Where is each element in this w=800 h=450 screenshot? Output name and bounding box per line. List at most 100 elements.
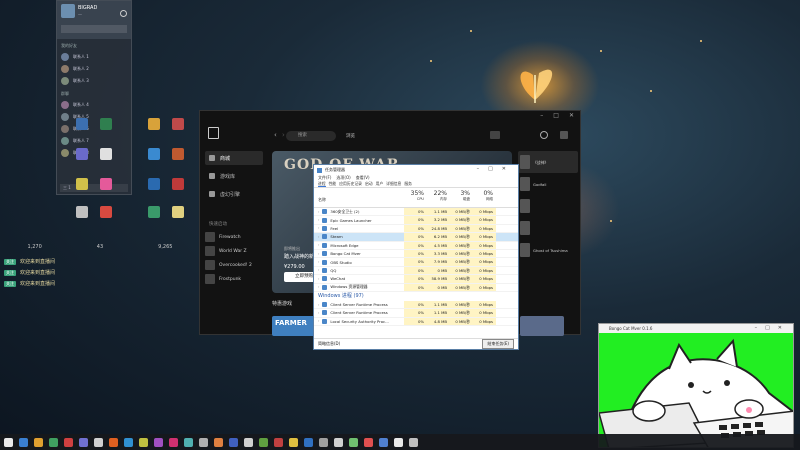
wishlist-icon[interactable] (490, 131, 500, 139)
desktop-shortcut[interactable] (144, 148, 164, 161)
column-metric[interactable]: 3% 磁盘 (450, 188, 473, 207)
expand-chevron-icon[interactable]: › (318, 210, 319, 214)
taskbar-app-icon[interactable] (184, 437, 193, 447)
taskbar-app-icon[interactable] (79, 437, 88, 447)
column-name[interactable]: 名称 (314, 188, 404, 207)
tab-2[interactable]: 应用历史记录 (339, 181, 362, 187)
expand-chevron-icon[interactable]: › (318, 252, 319, 256)
forward-arrow-icon[interactable]: › (282, 131, 285, 139)
fewer-details-link[interactable]: 简略信息(D) (318, 341, 340, 347)
taskbar-app-icon[interactable] (274, 437, 283, 447)
nav-store[interactable]: 商城 (205, 151, 263, 165)
browse-dropdown[interactable]: 浏览 (346, 133, 355, 139)
window-controls[interactable]: –□✕ (755, 324, 790, 333)
desktop-shortcut[interactable] (72, 178, 92, 191)
desktop-shortcut[interactable] (96, 178, 116, 191)
tab-1[interactable]: 性能 (329, 181, 337, 187)
desktop-shortcut[interactable] (144, 178, 164, 191)
taskbar-app-icon[interactable] (19, 437, 28, 447)
carousel-item[interactable]: Godfall (518, 173, 578, 195)
end-task-button[interactable]: 结束任务(E) (482, 339, 514, 349)
expand-chevron-icon[interactable]: › (318, 303, 319, 307)
expand-chevron-icon[interactable]: › (318, 285, 319, 289)
taskbar-app-icon[interactable] (319, 437, 328, 447)
expand-chevron-icon[interactable]: › (318, 319, 319, 323)
taskbar-app-icon[interactable] (214, 437, 223, 447)
library-game-item[interactable]: Frostpunk (205, 272, 263, 286)
taskbar-app-icon[interactable] (169, 437, 178, 447)
tab-3[interactable]: 启动 (365, 181, 373, 187)
search-input[interactable] (61, 25, 127, 33)
taskbar-app-icon[interactable] (349, 437, 358, 447)
close-icon[interactable]: ✕ (569, 112, 574, 119)
minimize-icon[interactable]: – (540, 112, 543, 119)
process-row[interactable]: › Bongo Cat Mver 0% 3.3 MB 0 MB/秒 0 Mbps (314, 249, 518, 259)
process-row[interactable]: › WeChat 0% 58.9 MB 0 MB/秒 0 Mbps (314, 275, 518, 284)
nav-library[interactable]: 游戏库 (205, 169, 263, 183)
taskbar-app-icon[interactable] (64, 437, 73, 447)
library-game-item[interactable]: World War Z (205, 244, 263, 258)
taskbar-app-icon[interactable] (139, 437, 148, 447)
column-metric[interactable]: 0% 网络 (473, 188, 496, 207)
contact-item[interactable]: 联系人 4 (57, 99, 131, 111)
taskbar-app-icon[interactable] (289, 437, 298, 447)
back-arrow-icon[interactable]: ‹ (274, 131, 277, 139)
tab-5[interactable]: 详细信息 (386, 181, 401, 187)
epic-logo-icon[interactable] (208, 127, 219, 139)
expand-chevron-icon[interactable]: › (318, 235, 319, 239)
process-row[interactable]: › Client Server Runtime Process 0% 1.1 MB 0 … (314, 309, 518, 318)
process-row[interactable]: › Local Security Authority Proc... 0% 4.8 M… (314, 317, 518, 327)
user-avatar[interactable] (61, 4, 75, 18)
taskbar-app-icon[interactable] (304, 437, 313, 447)
qq-bottom-bar[interactable]: 三 1 (60, 184, 128, 192)
carousel-item[interactable]: Ghost of Tsushima (518, 239, 578, 261)
taskbar-app-icon[interactable] (94, 437, 103, 447)
store-search-input[interactable]: 搜索 (286, 131, 336, 141)
expand-chevron-icon[interactable]: › (318, 311, 319, 315)
tab-6[interactable]: 服务 (404, 181, 412, 187)
process-row[interactable]: › Epic Games Launcher 0% 3.2 MB 0 MB/秒 0 Mbps (314, 216, 518, 225)
column-metric[interactable]: 22% 内存 (427, 188, 450, 207)
carousel-item[interactable] (518, 195, 578, 217)
desktop-shortcut[interactable] (144, 118, 164, 131)
desktop-shortcut[interactable] (72, 206, 92, 219)
process-row[interactable]: › OBS Studio 0% 7.9 MB 0 MB/秒 0 Mbps (314, 258, 518, 267)
contact-item[interactable]: 联系人 2 (57, 63, 131, 75)
taskbar-app-icon[interactable] (154, 437, 163, 447)
taskbar-app-icon[interactable] (244, 437, 253, 447)
contact-item[interactable]: 联系人 8 (57, 147, 131, 159)
window-controls[interactable]: –□✕ (477, 166, 515, 172)
taskbar-app-icon[interactable] (409, 437, 418, 447)
contact-item[interactable]: 联系人 5 (57, 111, 131, 123)
desktop-shortcut[interactable] (144, 206, 164, 219)
maximize-icon[interactable]: □ (553, 112, 559, 119)
library-game-item[interactable]: Firewatch (205, 230, 263, 244)
taskbar-app-icon[interactable] (364, 437, 373, 447)
sale-game-card[interactable] (520, 316, 564, 336)
taskbar-app-icon[interactable] (394, 437, 403, 447)
taskbar-app-icon[interactable] (379, 437, 388, 447)
contact-item[interactable]: 联系人 3 (57, 75, 131, 87)
tab-0[interactable]: 进程 (318, 181, 326, 187)
start-icon[interactable] (4, 437, 13, 447)
carousel-item[interactable]: 《战神》 (518, 151, 578, 173)
process-row[interactable]: › QQ 0% 0 MB 0 MB/秒 0 Mbps (314, 266, 518, 276)
tab-4[interactable]: 用户 (376, 181, 384, 187)
expand-chevron-icon[interactable]: › (318, 268, 319, 272)
profile-icon[interactable] (560, 131, 568, 139)
taskbar-app-icon[interactable] (199, 437, 208, 447)
carousel-item[interactable] (518, 217, 578, 239)
expand-chevron-icon[interactable]: › (318, 277, 319, 281)
process-row[interactable]: › Microsoft Edge 0% 4.5 MB 0 MB/秒 0 Mbps (314, 241, 518, 250)
taskbar-app-icon[interactable] (259, 437, 268, 447)
taskbar-app-icon[interactable] (229, 437, 238, 447)
expand-chevron-icon[interactable]: › (318, 218, 319, 222)
library-game-item[interactable]: Overcooked! 2 (205, 258, 263, 272)
taskbar-app-icon[interactable] (49, 437, 58, 447)
sale-game-card[interactable]: FARMER (272, 316, 316, 336)
process-row[interactable]: › Feel 0% 24.8 MB 0 MB/秒 0 Mbps (314, 224, 518, 234)
expand-chevron-icon[interactable]: › (318, 226, 319, 230)
desktop-shortcut[interactable] (168, 148, 188, 161)
process-row[interactable]: › Client Server Runtime Process 0% 1.1 MB 0 … (314, 300, 518, 310)
desktop-shortcut[interactable] (96, 148, 116, 161)
